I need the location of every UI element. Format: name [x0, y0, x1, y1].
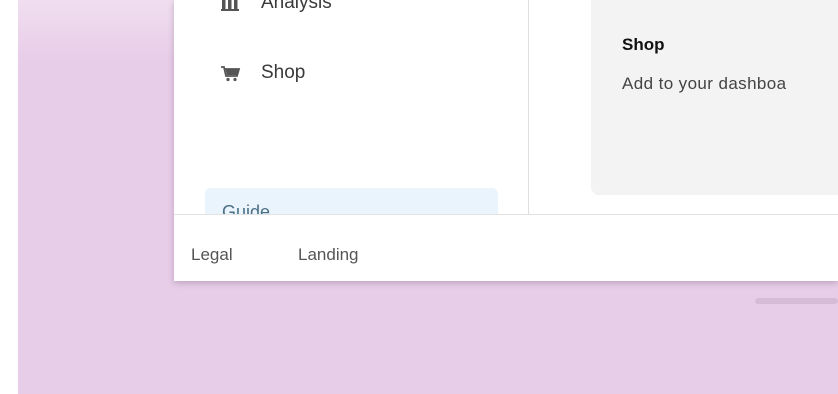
footer: Legal Landing — [174, 214, 838, 281]
sidebar-item-label: Shop — [261, 62, 306, 83]
guide-card[interactable]: Guide — [205, 188, 498, 214]
card-title: Shop — [622, 35, 665, 54]
sidebar: Analysis Shop Guide — [174, 0, 529, 214]
footer-link-landing[interactable]: Landing — [298, 245, 359, 265]
sidebar-item-analysis[interactable]: Analysis — [220, 0, 332, 14]
horizontal-scrollbar[interactable] — [755, 298, 838, 304]
card-description: Add to your dashboa — [622, 74, 787, 93]
main-content: Shop Add to your dashboa — [529, 0, 838, 214]
shop-card[interactable]: Shop Add to your dashboa — [591, 0, 838, 195]
bar-chart-icon — [220, 0, 242, 13]
app-window: Analysis Shop Guide Shop Add to your das… — [174, 0, 838, 281]
cart-icon — [220, 63, 242, 83]
sidebar-item-label: Analysis — [261, 0, 332, 13]
sidebar-item-shop[interactable]: Shop — [220, 62, 305, 84]
footer-link-legal[interactable]: Legal — [191, 245, 233, 265]
guide-label: Guide — [222, 202, 271, 214]
